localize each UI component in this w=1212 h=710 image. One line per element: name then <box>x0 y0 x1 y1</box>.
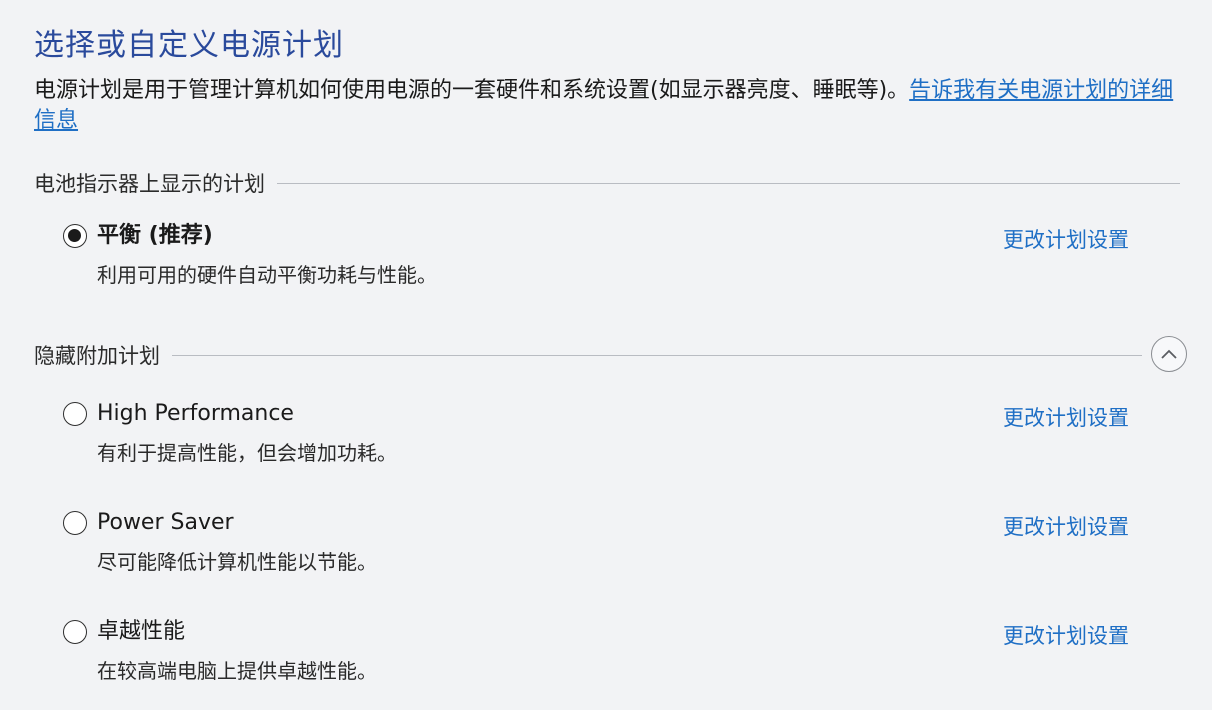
hidden-plans-label: 隐藏附加计划 <box>34 344 160 368</box>
plan-power-saver-change-settings-link[interactable]: 更改计划设置 <box>1003 511 1129 541</box>
power-options-page: 选择或自定义电源计划 电源计划是用于管理计算机如何使用电源的一套硬件和系统设置(… <box>0 0 1212 710</box>
plan-ultimate-performance-radio[interactable] <box>63 620 87 644</box>
hidden-plans-section-header: 隐藏附加计划 <box>34 340 1142 370</box>
plan-power-saver-name[interactable]: Power Saver <box>97 507 234 539</box>
plan-balanced-change-settings-link[interactable]: 更改计划设置 <box>1003 224 1129 254</box>
plan-ultimate-performance-change-settings-link[interactable]: 更改计划设置 <box>1003 620 1129 650</box>
plan-high-performance-description: 有利于提高性能，但会增加功耗。 <box>97 441 397 465</box>
plan-ultimate-performance-description: 在较高端电脑上提供卓越性能。 <box>97 659 377 683</box>
plan-power-saver-radio[interactable] <box>63 511 87 535</box>
battery-plans-label: 电池指示器上显示的计划 <box>34 172 265 196</box>
collapse-hidden-plans-button[interactable] <box>1151 336 1187 372</box>
plan-high-performance-name[interactable]: High Performance <box>97 398 294 430</box>
battery-plans-section-header: 电池指示器上显示的计划 <box>34 168 1180 198</box>
chevron-up-icon <box>1161 349 1177 359</box>
section-divider <box>277 182 1180 184</box>
plan-balanced-name[interactable]: 平衡 (推荐) <box>97 220 213 252</box>
plan-balanced-radio[interactable] <box>63 224 87 248</box>
plan-high-performance-radio[interactable] <box>63 402 87 426</box>
page-title: 选择或自定义电源计划 <box>34 28 344 63</box>
section-divider <box>172 354 1142 356</box>
plan-high-performance-change-settings-link[interactable]: 更改计划设置 <box>1003 402 1129 432</box>
plan-power-saver-description: 尽可能降低计算机性能以节能。 <box>97 550 377 574</box>
page-description: 电源计划是用于管理计算机如何使用电源的一套硬件和系统设置(如显示器亮度、睡眠等)… <box>34 76 1184 136</box>
plan-balanced-description: 利用可用的硬件自动平衡功耗与性能。 <box>97 263 437 287</box>
plan-ultimate-performance-name[interactable]: 卓越性能 <box>97 616 185 648</box>
description-text: 电源计划是用于管理计算机如何使用电源的一套硬件和系统设置(如显示器亮度、睡眠等)… <box>34 78 910 103</box>
